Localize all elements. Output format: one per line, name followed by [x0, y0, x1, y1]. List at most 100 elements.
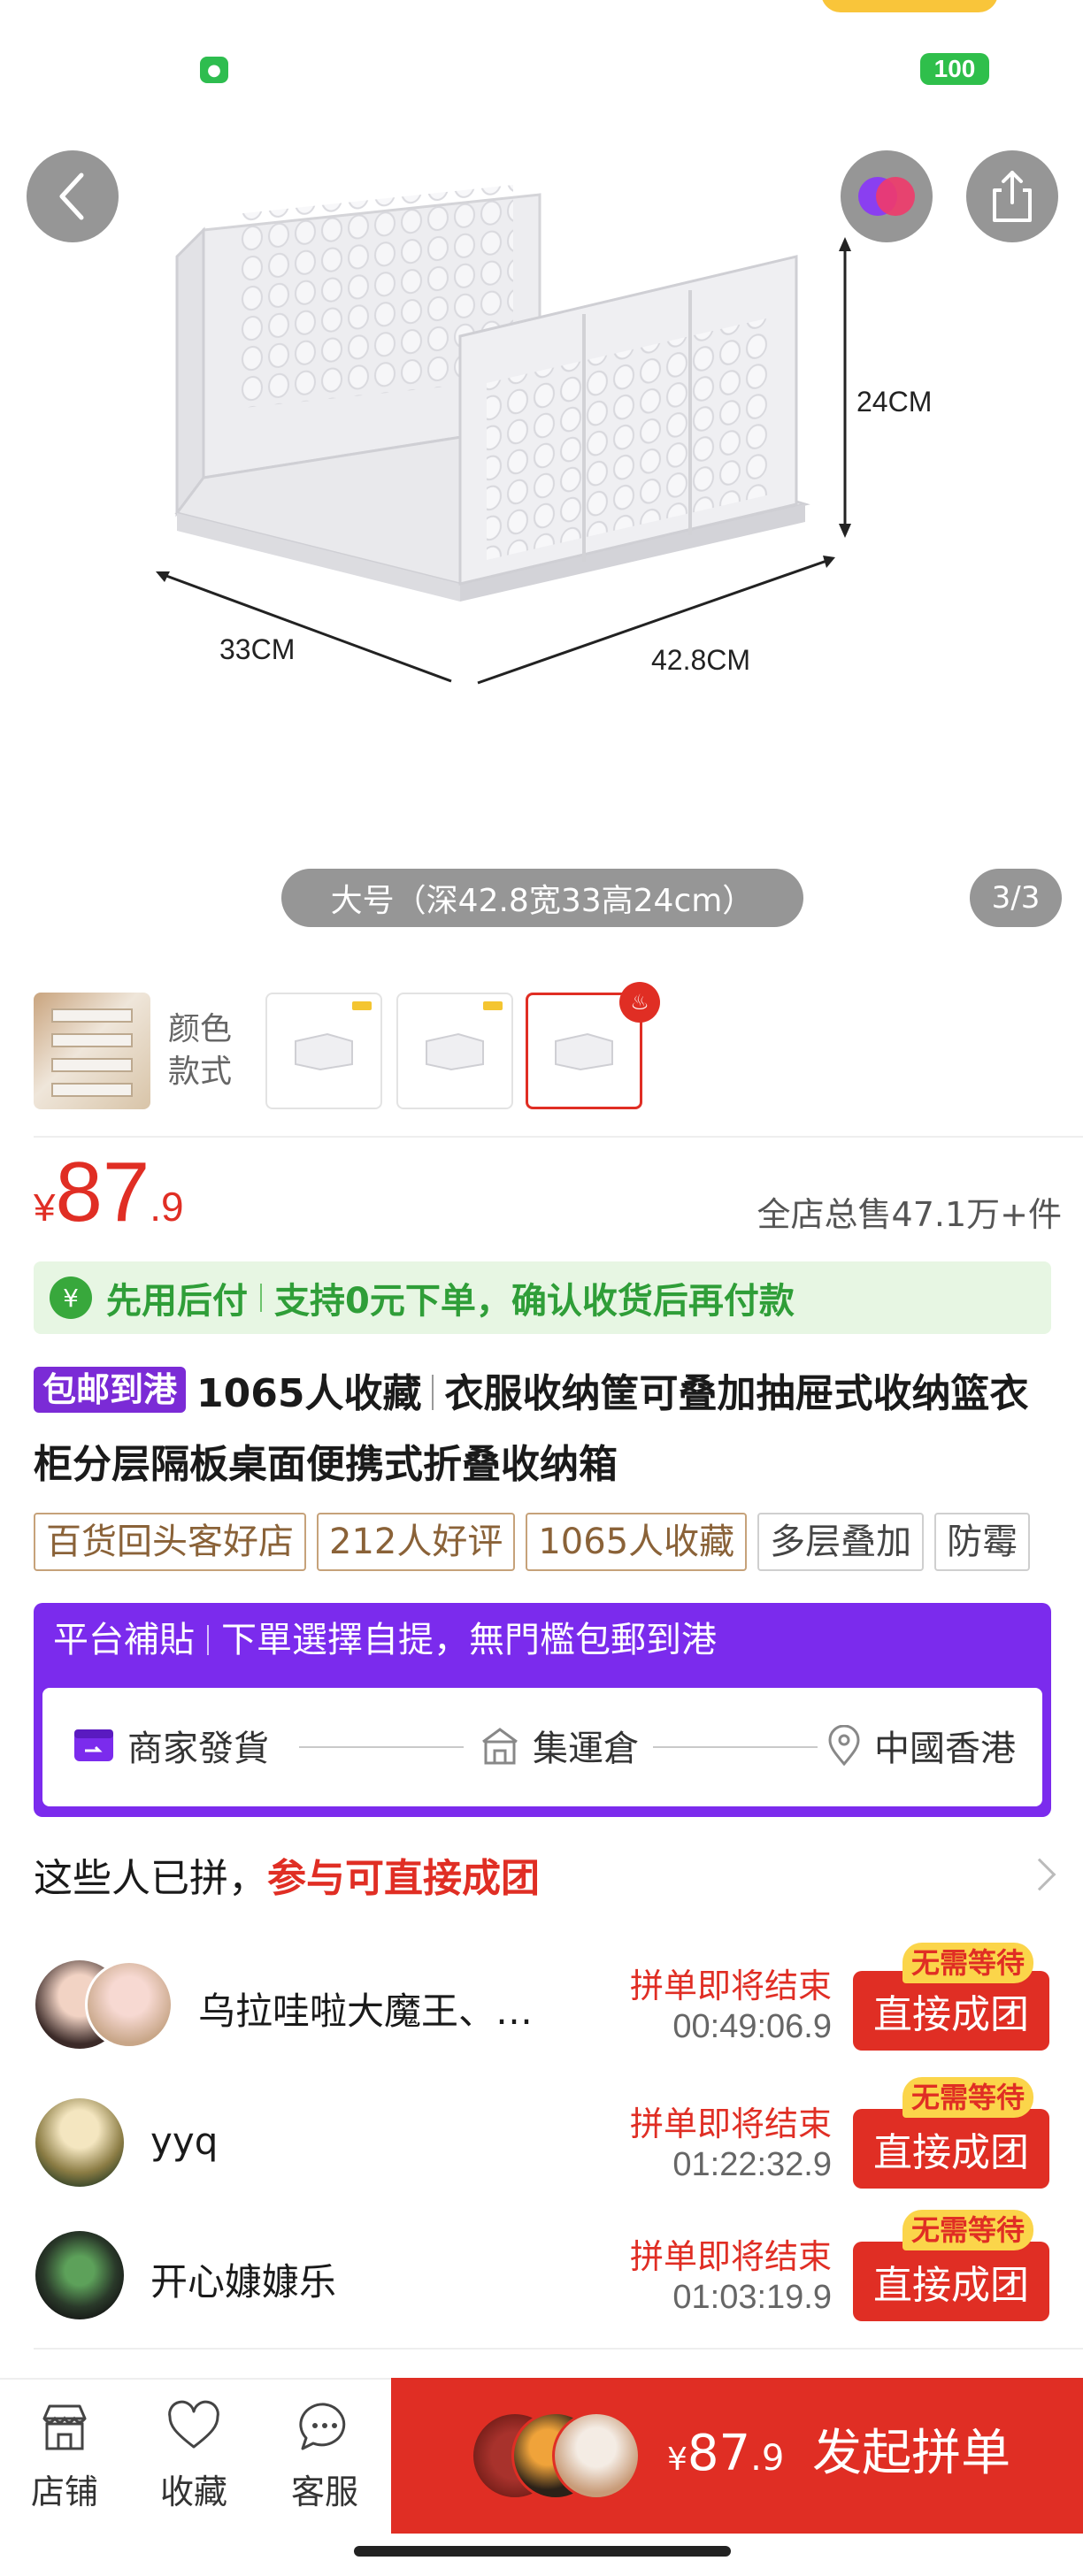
- cta-currency: ¥: [667, 2442, 687, 2478]
- divider: [207, 1625, 209, 1655]
- tag-item: 百货回头客好店: [34, 1513, 306, 1571]
- join-group-button[interactable]: 直接成团: [853, 2242, 1049, 2321]
- no-wait-badge: 无需等待: [902, 1943, 1034, 1983]
- divider: [34, 1136, 1083, 1138]
- route-step-warehouse: 集運倉: [480, 1720, 639, 1771]
- tag-item: 多层叠加: [757, 1513, 925, 1571]
- share-button[interactable]: [966, 150, 1058, 242]
- group-ending-label: 拼单即将结束: [629, 2104, 832, 2143]
- chevron-right-icon: [1023, 1858, 1056, 1891]
- cta-avatars: [471, 2411, 641, 2500]
- price-integer: 87: [55, 1145, 150, 1239]
- start-group-buy-button[interactable]: ¥87.9 发起拼单: [391, 2378, 1083, 2534]
- variant-caption: 大号（深42.8宽33高24cm）: [281, 869, 803, 927]
- sku-option-row[interactable]: 颜色 款式 ♨: [0, 982, 1083, 1115]
- subsidy-desc: 下單選擇自提，無門檻包郵到港: [221, 1620, 717, 1660]
- store-button[interactable]: 店铺: [16, 2399, 113, 2513]
- product-title: 包邮到港 1065人收藏 衣服收纳筐可叠加抽屉式收纳篮衣柜分层隔板桌面便携式折叠收纳…: [34, 1359, 1051, 1500]
- group-ending-label: 拼单即将结束: [629, 1966, 832, 2005]
- route-step-label: 中國香港: [874, 1729, 1016, 1769]
- product-image: [156, 185, 851, 685]
- subsidy-title: 平台補貼: [53, 1620, 195, 1660]
- option-thumbnail-medium[interactable]: [396, 993, 513, 1109]
- avatar: [35, 2098, 124, 2187]
- store-icon: [42, 2404, 87, 2450]
- heart-icon: [168, 2400, 219, 2449]
- location-pin-icon: [828, 1725, 860, 1766]
- store-label: 店铺: [30, 2472, 98, 2511]
- group-buy-row: 开心嫝嫝乐 拼单即将结束 01:03:19.9 直接成团 无需等待: [0, 2208, 1083, 2332]
- depth-dimension-label: 33CM: [219, 633, 296, 665]
- share-icon: [993, 171, 1032, 222]
- option-main-thumbnail[interactable]: [34, 993, 150, 1109]
- group-countdown: 01:22:32.9: [672, 2146, 832, 2183]
- store-sales-text: 全店总售47.1万+件: [757, 1195, 1062, 1234]
- tag-item: 1065人收藏: [526, 1513, 748, 1571]
- group-header-text: 这些人已拼，: [34, 1856, 267, 1901]
- cta-price-int: 87: [687, 2425, 751, 2482]
- group-leader-name: 乌拉哇啦大魔王、…: [198, 1990, 534, 2033]
- favorite-button[interactable]: 收藏: [145, 2399, 242, 2513]
- chat-bubble-icon: [299, 2403, 346, 2450]
- divider: [260, 1284, 262, 1312]
- group-countdown: 01:03:19.9: [672, 2279, 832, 2316]
- group-buy-header[interactable]: 这些人已拼，参与可直接成团: [34, 1847, 1083, 1911]
- group-buy-row: yyq 拼单即将结束 01:22:32.9 直接成团 无需等待: [0, 2075, 1083, 2199]
- platform-subsidy-panel[interactable]: 平台補貼 下單選擇自提，無門檻包郵到港 商家發貨 集運倉 中國香港: [34, 1603, 1051, 1817]
- home-indicator[interactable]: [354, 2546, 731, 2557]
- hot-flame-icon: ♨: [619, 982, 660, 1023]
- shipping-route: 商家發貨 集運倉 中國香港: [42, 1688, 1042, 1806]
- cta-price-dec: .9: [750, 2438, 785, 2479]
- no-wait-badge: 无需等待: [902, 2077, 1034, 2118]
- shipping-to-hk-tag: 包邮到港: [34, 1367, 187, 1413]
- top-floating-pill: [821, 0, 998, 12]
- route-step-destination: 中國香港: [826, 1720, 1016, 1771]
- pay-later-desc: 支持0元下单，确认收货后再付款: [274, 1281, 795, 1322]
- back-button[interactable]: [27, 150, 119, 242]
- group-leader-name: 开心嫝嫝乐: [150, 2260, 337, 2304]
- route-connector: [299, 1746, 464, 1748]
- customer-service-button[interactable]: 客服: [276, 2399, 373, 2513]
- price-currency: ¥: [34, 1186, 56, 1230]
- tag-item: 防霉: [934, 1513, 1031, 1571]
- subsidy-header: 平台補貼 下單選擇自提，無門檻包郵到港: [53, 1615, 717, 1665]
- overlap-circles-icon: [858, 177, 915, 216]
- group-header-highlight: 参与可直接成团: [267, 1856, 540, 1901]
- no-wait-badge: 无需等待: [902, 2210, 1034, 2250]
- cta-text: ¥87.9 发起拼单: [667, 2419, 1010, 2496]
- battery-indicator: 100: [920, 53, 989, 85]
- chevron-left-icon: [59, 172, 84, 220]
- product-gallery[interactable]: ● 100 24CM 33CM 42.8CM 大号（深42.8宽33高24cm）…: [0, 0, 1083, 964]
- wechat-icon: ●: [200, 57, 228, 83]
- avatar: [85, 1960, 173, 2049]
- price-decimal: .9: [150, 1184, 184, 1230]
- group-countdown: 00:49:06.9: [672, 2008, 832, 2045]
- pay-later-badge-icon: ¥: [50, 1276, 92, 1319]
- warehouse-icon: [482, 1728, 518, 1765]
- favorite-label: 收藏: [159, 2472, 227, 2511]
- product-tags: 百货回头客好店 212人好评 1065人收藏 多层叠加 防霉: [34, 1513, 1083, 1575]
- option-thumbnail-small[interactable]: [265, 993, 382, 1109]
- shipping-box-icon: [74, 1729, 113, 1761]
- route-step-label: 商家發貨: [127, 1729, 269, 1769]
- route-step-merchant: 商家發貨: [73, 1720, 269, 1771]
- option-label: 颜色 款式: [168, 1011, 233, 1090]
- height-dimension-label: 24CM: [856, 386, 933, 418]
- group-leader-name: yyq: [150, 2120, 219, 2163]
- route-connector: [653, 1746, 818, 1748]
- route-step-label: 集運倉: [533, 1729, 639, 1769]
- avatar: [35, 2231, 124, 2319]
- service-label: 客服: [290, 2472, 358, 2511]
- divider: [432, 1375, 434, 1410]
- group-buy-row: 乌拉哇啦大魔王、… 拼单即将结束 00:49:06.9 直接成团 无需等待: [0, 1943, 1083, 2066]
- title-favorites: 1065人收藏: [196, 1371, 422, 1416]
- gallery-page-indicator: 3/3: [970, 869, 1062, 927]
- join-group-button[interactable]: 直接成团: [853, 2109, 1049, 2189]
- price: ¥87.9: [34, 1150, 184, 1235]
- cta-label: 发起拼单: [812, 2425, 1011, 2482]
- pay-later-banner[interactable]: ¥ 先用后付 支持0元下单，确认收货后再付款: [34, 1261, 1051, 1334]
- pay-later-title: 先用后付: [106, 1281, 248, 1322]
- divider: [34, 2348, 1083, 2350]
- avatar: [552, 2411, 641, 2500]
- multi-share-button[interactable]: [841, 150, 933, 242]
